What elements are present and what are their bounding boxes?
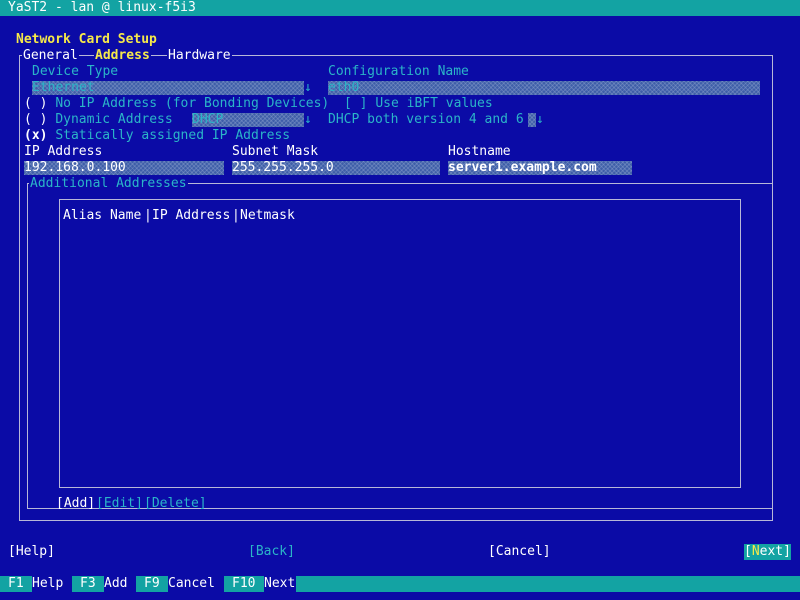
fkey-f10-label[interactable]: Next: [264, 576, 296, 592]
fkey-f9[interactable]: F9: [144, 576, 160, 592]
hostname-label: Hostname: [448, 144, 511, 159]
radio-no-ip-label: No IP Address (for Bonding Devices): [55, 96, 330, 111]
table-header-ip-address[interactable]: IP Address: [152, 208, 230, 224]
dialog-title: Network Card Setup: [16, 32, 157, 47]
dhcp-combo-value: DHCP: [192, 112, 224, 127]
dhcp-version-arrow-icon[interactable]: ↓: [536, 112, 544, 128]
radio-dynamic-label: Dynamic Address: [55, 112, 173, 127]
fkey-f3-label[interactable]: Add: [104, 576, 136, 592]
tab-hardware[interactable]: Hardware: [167, 48, 232, 64]
table-column-separator: |: [144, 208, 152, 223]
table-column-separator: |: [232, 208, 240, 223]
add-button[interactable]: [Add]: [56, 496, 95, 512]
fkey-f3[interactable]: F3: [80, 576, 96, 592]
fkey-f1[interactable]: F1: [8, 576, 24, 592]
fkey-f9-label[interactable]: Cancel: [168, 576, 224, 592]
config-name-value: eth0: [328, 80, 360, 95]
radio-static[interactable]: (x) Statically assigned IP Address: [24, 128, 290, 144]
radio-static-label: Statically assigned IP Address: [55, 128, 291, 143]
checkbox-ibft-label: Use iBFT values: [375, 96, 493, 111]
radio-dynamic-mark[interactable]: ( ): [24, 112, 47, 127]
device-type-label: Device Type: [32, 64, 119, 79]
dhcp-version-combo[interactable]: [528, 113, 536, 127]
subnet-mask-value: 255.255.255.0: [232, 160, 334, 175]
fkey-f10[interactable]: F10: [232, 576, 255, 592]
ip-address-value: 192.168.0.100: [24, 160, 126, 175]
radio-no-ip[interactable]: ( ) No IP Address (for Bonding Devices): [24, 96, 329, 112]
radio-static-mark[interactable]: (x): [24, 128, 47, 143]
next-button[interactable]: [Next]: [744, 544, 791, 560]
help-button[interactable]: [Help]: [8, 544, 55, 560]
next-button-open: [: [744, 544, 752, 559]
config-name-label: Configuration Name: [328, 64, 469, 79]
aliases-table[interactable]: [59, 199, 741, 488]
radio-dynamic[interactable]: ( ) Dynamic Address: [24, 112, 173, 128]
radio-no-ip-mark[interactable]: ( ): [24, 96, 47, 111]
subnet-mask-label: Subnet Mask: [232, 144, 319, 159]
dhcp-version-value: DHCP both version 4 and 6: [328, 112, 524, 127]
back-button[interactable]: [Back]: [248, 544, 295, 560]
table-header-alias-name[interactable]: Alias Name: [63, 208, 141, 224]
window-title: YaST2 - lan @ linux-f5i3: [8, 0, 196, 15]
next-button-hotkey: N: [751, 544, 760, 559]
next-button-rest: ext]: [759, 544, 791, 559]
checkbox-ibft[interactable]: [ ] Use iBFT values: [344, 96, 493, 112]
table-header-netmask[interactable]: Netmask: [240, 208, 295, 224]
device-type-arrow-icon[interactable]: ↓: [304, 80, 312, 96]
additional-addresses-title: Additional Addresses: [29, 176, 188, 192]
dhcp-combo-arrow-icon[interactable]: ↓: [304, 112, 312, 128]
config-name-input[interactable]: [328, 81, 760, 95]
tab-address[interactable]: Address: [94, 48, 151, 64]
edit-button[interactable]: [Edit]: [96, 496, 143, 512]
delete-button[interactable]: [Delete]: [144, 496, 207, 512]
tab-general[interactable]: General: [22, 48, 79, 64]
hostname-value: server1.example.com: [448, 160, 597, 175]
ip-address-label: IP Address: [24, 144, 103, 159]
fkey-f1-label[interactable]: Help: [32, 576, 72, 592]
device-type-value: Ethernet: [32, 80, 95, 95]
cancel-button[interactable]: [Cancel]: [488, 544, 551, 560]
checkbox-ibft-mark[interactable]: [ ]: [344, 96, 367, 111]
window-title-bar: YaST2 - lan @ linux-f5i3: [0, 0, 800, 16]
